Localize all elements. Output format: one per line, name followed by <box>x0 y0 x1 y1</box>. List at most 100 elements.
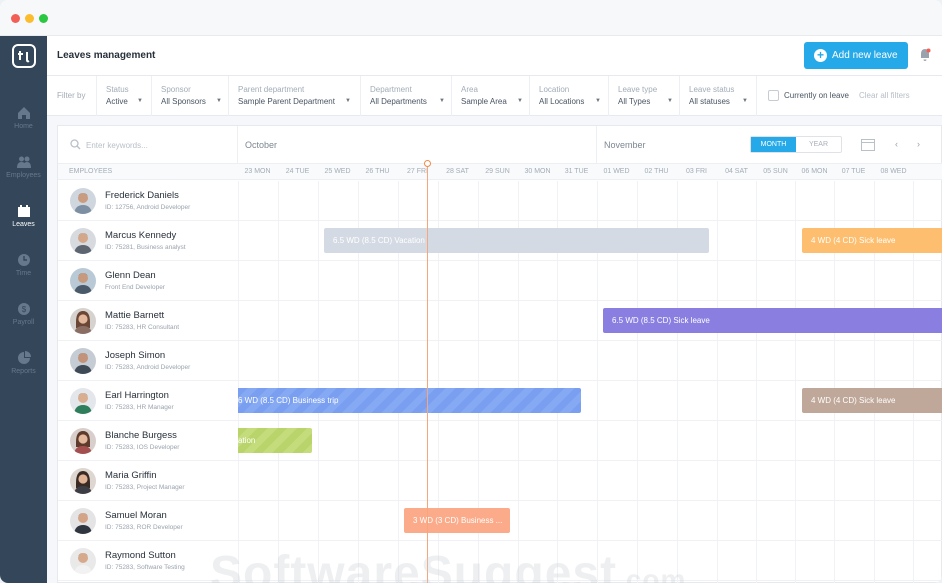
filter-leave-type[interactable]: Leave type All Types ▼ <box>608 76 679 116</box>
filter-label: Location <box>539 85 570 94</box>
month-label-october: October <box>245 140 278 150</box>
add-new-leave-button[interactable]: + Add new leave <box>804 42 908 69</box>
day-header: 07 TUE <box>841 168 866 175</box>
day-header: 30 MON <box>524 168 551 175</box>
minimize-window-button[interactable] <box>25 14 34 23</box>
filter-label: Status <box>106 85 129 94</box>
year-view-button[interactable]: YEAR <box>796 137 841 152</box>
month-view-button[interactable]: MONTH <box>751 137 796 152</box>
leave-bar-sick-leave[interactable]: 4 WD (4 CD) Sick leave <box>802 228 942 253</box>
table-row[interactable]: Earl Harrington ID: 75283, HR Manager 6 … <box>58 381 942 421</box>
day-header: 29 SUN <box>485 168 510 175</box>
next-arrow-icon[interactable]: › <box>917 139 920 149</box>
leave-bar-business-trip[interactable]: 6 WD (8.5 CD) Business trip <box>238 388 581 413</box>
filter-leave-status[interactable]: Leave status All statuses ▼ <box>679 76 756 116</box>
employee-name: Maria Griffin <box>105 470 157 481</box>
title-bar <box>0 0 942 36</box>
employee-name: Earl Harrington <box>105 390 169 401</box>
filter-value: Active <box>106 97 128 106</box>
filter-value: Sample Parent Department <box>238 97 335 106</box>
table-row[interactable]: Samuel Moran ID: 75283, ROR Developer 3 … <box>58 501 942 541</box>
filter-label: Sponsor <box>161 85 191 94</box>
chevron-down-icon: ▼ <box>667 98 673 104</box>
notification-bell-icon[interactable] <box>919 48 931 62</box>
table-row[interactable]: Marcus Kennedy ID: 75281, Business analy… <box>58 221 942 261</box>
sidebar-item-label: Home <box>14 123 33 130</box>
svg-text:$: $ <box>21 305 26 314</box>
employee-meta: ID: 75283, IOS Developer <box>105 444 180 451</box>
filter-department[interactable]: Department All Departments ▼ <box>360 76 451 116</box>
leaves-icon <box>17 205 30 217</box>
calendar-icon[interactable] <box>861 138 875 151</box>
leave-bar-sick-leave[interactable]: 6.5 WD (8.5 CD) Sick leave <box>603 308 942 333</box>
currently-on-leave-checkbox[interactable] <box>768 90 779 101</box>
day-header: 06 MON <box>801 168 828 175</box>
employees-icon <box>16 156 31 168</box>
employee-meta: ID: 75283, HR Manager <box>105 404 174 411</box>
sidebar-item-employees[interactable]: Employees <box>0 149 47 193</box>
employee-name: Glenn Dean <box>105 270 156 281</box>
chevron-down-icon: ▼ <box>137 98 143 104</box>
currently-on-leave-label: Currently on leave <box>784 91 849 100</box>
watermark: SoftwareSuggest.com <box>210 546 686 583</box>
chevron-down-icon: ▼ <box>439 98 445 104</box>
day-header: 24 TUE <box>285 168 310 175</box>
day-header: 05 SUN <box>763 168 788 175</box>
main-content: Leaves management + Add new leave Filter… <box>47 36 942 583</box>
sidebar-item-reports[interactable]: Reports <box>0 345 47 389</box>
avatar <box>70 548 96 574</box>
avatar <box>70 428 96 454</box>
day-header: 27 FRI <box>406 168 428 175</box>
sidebar-item-label: Leaves <box>12 221 35 228</box>
table-row[interactable]: Maria Griffin ID: 75283, Project Manager <box>58 461 942 501</box>
add-new-leave-label: Add new leave <box>832 50 898 61</box>
table-row[interactable]: Mattie Barnett ID: 75283, HR Consultant … <box>58 301 942 341</box>
search-input[interactable] <box>86 136 226 154</box>
employee-name: Frederick Daniels <box>105 190 179 201</box>
filter-status[interactable]: Status Active ▼ <box>96 76 151 116</box>
filter-label: Department <box>370 85 412 94</box>
sidebar-item-home[interactable]: Home <box>0 100 47 144</box>
table-row[interactable]: Frederick Daniels ID: 12756, Android Dev… <box>58 181 942 221</box>
maximize-window-button[interactable] <box>39 14 48 23</box>
leave-bar-sick-leave[interactable]: 4 WD (4 CD) Sick leave <box>802 388 942 413</box>
employee-name: Raymond Sutton <box>105 550 176 561</box>
employee-meta: ID: 75283, ROR Developer <box>105 524 183 531</box>
sidebar-item-time[interactable]: Time <box>0 247 47 291</box>
filter-sponsor[interactable]: Sponsor All Sponsors ▼ <box>151 76 228 116</box>
day-header: 25 WED <box>324 168 351 175</box>
sidebar: Home Employees Leaves Time $ Payroll Rep… <box>0 36 47 583</box>
sidebar-item-leaves[interactable]: Leaves <box>0 198 47 242</box>
close-window-button[interactable] <box>11 14 20 23</box>
employee-meta: ID: 75283, Software Testing <box>105 564 185 571</box>
filter-label: Area <box>461 85 478 94</box>
leave-calendar: October November MONTH YEAR ‹ › EMPLOYEE… <box>57 125 942 583</box>
chevron-down-icon: ▼ <box>216 98 222 104</box>
sidebar-item-payroll[interactable]: $ Payroll <box>0 296 47 340</box>
leave-bar-vacation[interactable]: 6.5 WD (8.5 CD) Vacation <box>324 228 709 253</box>
sidebar-item-label: Employees <box>6 172 41 179</box>
app-logo-icon[interactable] <box>12 44 36 68</box>
avatar <box>70 228 96 254</box>
clear-all-filters-link[interactable]: Clear all filters <box>859 91 910 100</box>
reports-icon <box>17 351 31 364</box>
filter-parent-department[interactable]: Parent department Sample Parent Departme… <box>228 76 360 116</box>
table-row[interactable]: Glenn Dean Front End Developer <box>58 261 942 301</box>
filter-area[interactable]: Area Sample Area ▼ <box>451 76 529 116</box>
previous-arrow-icon[interactable]: ‹ <box>895 139 898 149</box>
currently-on-leave-filter: Currently on leave <box>756 76 849 116</box>
leave-bar-vacation[interactable]: ation <box>238 428 312 453</box>
chevron-down-icon: ▼ <box>517 98 523 104</box>
day-header: 26 THU <box>365 168 390 175</box>
table-row[interactable]: Joseph Simon ID: 75283, Android Develope… <box>58 341 942 381</box>
filter-location[interactable]: Location All Locations ▼ <box>529 76 608 116</box>
leave-bar-business-trip[interactable]: 3 WD (3 CD) Business ... <box>404 508 510 533</box>
employee-name: Mattie Barnett <box>105 310 165 321</box>
filter-label: Leave type <box>618 85 658 94</box>
divider <box>237 126 238 164</box>
table-row[interactable]: Blanche Burgess ID: 75283, IOS Developer… <box>58 421 942 461</box>
avatar <box>70 188 96 214</box>
chevron-down-icon: ▼ <box>742 98 748 104</box>
employee-meta: ID: 12756, Android Developer <box>105 204 191 211</box>
employee-meta: ID: 75283, HR Consultant <box>105 324 180 331</box>
